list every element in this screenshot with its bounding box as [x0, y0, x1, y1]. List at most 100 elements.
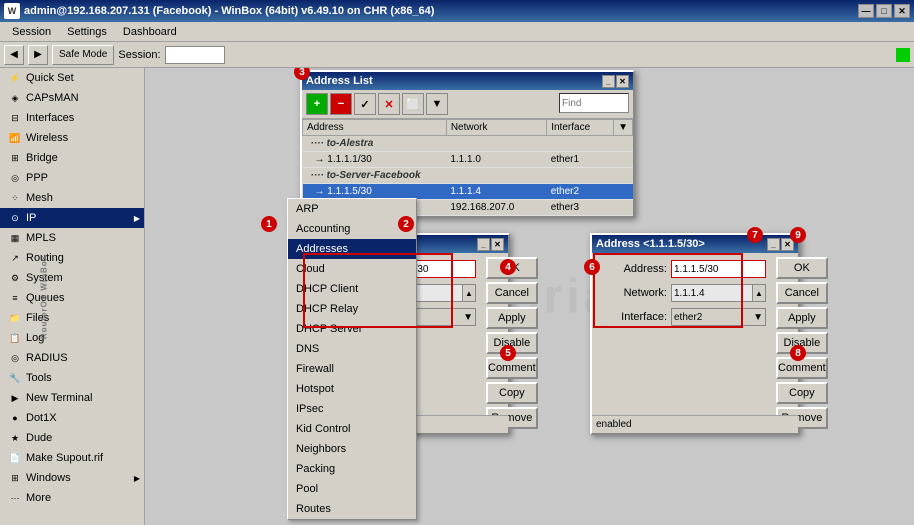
sidebar-item-make-supout[interactable]: 📄 Make Supout.rif [0, 448, 144, 468]
badge-6: 6 [584, 259, 600, 275]
ok-button-right[interactable]: OK [776, 257, 828, 279]
sidebar-item-more[interactable]: ⋯ More [0, 488, 144, 508]
sidebar-item-interfaces[interactable]: ⊟ Interfaces [0, 108, 144, 128]
ctx-arp[interactable]: ARP [288, 199, 416, 219]
add-address-button[interactable]: + [306, 93, 328, 115]
sidebar-item-wireless[interactable]: 📶 Wireless [0, 128, 144, 148]
addr-left-minimize[interactable]: _ [477, 238, 490, 251]
comment-button-left[interactable]: Comment [486, 357, 538, 379]
ctx-firewall[interactable]: Firewall [288, 359, 416, 379]
sidebar-item-mesh[interactable]: ⁘ Mesh [0, 188, 144, 208]
cross-button[interactable]: ✕ [378, 93, 400, 115]
menu-session[interactable]: Session [4, 24, 59, 40]
maximize-button[interactable]: □ [876, 4, 892, 18]
cancel-button-left[interactable]: Cancel [486, 282, 538, 304]
sidebar-item-radius[interactable]: ◎ RADIUS [0, 348, 144, 368]
settings-button[interactable]: ⬜ [402, 93, 424, 115]
minimize-button[interactable]: — [858, 4, 874, 18]
connection-indicator [896, 48, 910, 62]
sidebar-item-capsman[interactable]: ◈ CAPsMAN [0, 88, 144, 108]
sidebar-label-dude: Dude [26, 432, 52, 444]
sidebar-item-dude[interactable]: ★ Dude [0, 428, 144, 448]
session-input[interactable] [165, 46, 225, 64]
sidebar-item-routing[interactable]: ↗ Routing [0, 248, 144, 268]
sidebar-item-queues[interactable]: ≡ Queues [0, 288, 144, 308]
ctx-dns[interactable]: DNS [288, 339, 416, 359]
winbox-branding: RouterOS WinBox [40, 254, 49, 338]
ctx-neighbors[interactable]: Neighbors [288, 439, 416, 459]
ctx-dhcp-server[interactable]: DHCP Server [288, 319, 416, 339]
forward-button[interactable]: ▶ [28, 45, 48, 65]
sidebar-item-mpls[interactable]: ▦ MPLS [0, 228, 144, 248]
back-button[interactable]: ◀ [4, 45, 24, 65]
network-up-right[interactable]: ▲ [752, 284, 766, 302]
addr-left-close[interactable]: ✕ [491, 238, 504, 251]
interface-label-right: Interface: [602, 311, 667, 323]
apply-button-left[interactable]: Apply [486, 307, 538, 329]
check-button[interactable]: ✓ [354, 93, 376, 115]
log-icon: 📋 [8, 331, 22, 345]
dot1x-icon: ● [8, 411, 22, 425]
ctx-pool[interactable]: Pool [288, 479, 416, 499]
table-row[interactable]: ···· to-Alestra [303, 136, 633, 152]
ctx-accounting[interactable]: Accounting [288, 219, 416, 239]
sidebar-item-files[interactable]: 📁 Files [0, 308, 144, 328]
sidebar-item-windows[interactable]: ⊞ Windows ▶ [0, 468, 144, 488]
dude-icon: ★ [8, 431, 22, 445]
safe-mode-button[interactable]: Safe Mode [52, 45, 114, 65]
sidebar-label-capsman: CAPsMAN [26, 92, 79, 104]
sidebar-item-system[interactable]: ⚙ System [0, 268, 144, 288]
address-label-right: Address: [602, 263, 667, 275]
remove-address-button[interactable]: − [330, 93, 352, 115]
app-icon: W [4, 3, 20, 19]
address-list-titlebar: Address List _ ✕ [302, 72, 633, 90]
col-dropdown[interactable]: ▼ [614, 120, 633, 136]
ctx-cloud[interactable]: Cloud [288, 259, 416, 279]
ctx-kid-control[interactable]: Kid Control [288, 419, 416, 439]
table-row[interactable]: → 1.1.1.1/30 1.1.1.0 ether1 [303, 152, 633, 168]
sidebar-item-quick-set[interactable]: ⚡ Quick Set [0, 68, 144, 88]
address-list-close[interactable]: ✕ [616, 75, 629, 88]
sidebar-item-ppp[interactable]: ◎ PPP [0, 168, 144, 188]
sidebar-item-log[interactable]: 📋 Log [0, 328, 144, 348]
cancel-button-right[interactable]: Cancel [776, 282, 828, 304]
mesh-icon: ⁘ [8, 191, 22, 205]
address-list-minimize[interactable]: _ [602, 75, 615, 88]
sidebar-item-new-terminal[interactable]: ▶ New Terminal [0, 388, 144, 408]
badge-4: 4 [500, 259, 516, 275]
sidebar-label-bridge: Bridge [26, 152, 58, 164]
sidebar-label-windows: Windows [26, 472, 71, 484]
window-controls: — □ ✕ [858, 4, 910, 18]
addr-right-minimize[interactable]: _ [767, 238, 780, 251]
close-button[interactable]: ✕ [894, 4, 910, 18]
ctx-dhcp-relay[interactable]: DHCP Relay [288, 299, 416, 319]
menu-dashboard[interactable]: Dashboard [115, 24, 185, 40]
ctx-packing[interactable]: Packing [288, 459, 416, 479]
apply-button-right[interactable]: Apply [776, 307, 828, 329]
sidebar-label-make-supout: Make Supout.rif [26, 452, 103, 464]
ctx-routes[interactable]: Routes [288, 499, 416, 519]
addr-right-form: Address: Network: ▲ Interface: ether2 [596, 257, 772, 429]
sidebar-item-bridge[interactable]: ⊞ Bridge [0, 148, 144, 168]
network-input-right[interactable] [671, 284, 752, 302]
copy-button-left[interactable]: Copy [486, 382, 538, 404]
copy-button-right[interactable]: Copy [776, 382, 828, 404]
sidebar-item-tools[interactable]: 🔧 Tools [0, 368, 144, 388]
bridge-icon: ⊞ [8, 151, 22, 165]
ctx-dhcp-client[interactable]: DHCP Client [288, 279, 416, 299]
comment-button-right[interactable]: Comment [776, 357, 828, 379]
filter-button[interactable]: ▼ [426, 93, 448, 115]
interface-select-right[interactable]: ether2 ▼ [671, 308, 766, 326]
network-up-left[interactable]: ▲ [462, 284, 476, 302]
address-input-right[interactable] [671, 260, 766, 278]
ctx-ipsec[interactable]: IPsec [288, 399, 416, 419]
menu-settings[interactable]: Settings [59, 24, 115, 40]
sidebar-item-ip[interactable]: ⊙ IP ▶ [0, 208, 144, 228]
ctx-hotspot[interactable]: Hotspot [288, 379, 416, 399]
sidebar-item-dot1x[interactable]: ● Dot1X [0, 408, 144, 428]
sidebar-label-mesh: Mesh [26, 192, 53, 204]
table-row[interactable]: ···· to-Server-Facebook [303, 168, 633, 184]
files-icon: 📁 [8, 311, 22, 325]
ctx-addresses[interactable]: Addresses [288, 239, 416, 259]
address-search[interactable] [559, 93, 629, 113]
